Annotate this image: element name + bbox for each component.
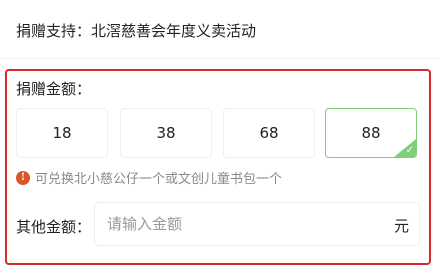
hint-text: 可兑换北小慈公仔一个或文创儿童书包一个 <box>35 172 283 187</box>
divider <box>0 58 440 59</box>
check-icon: ✓ <box>405 145 414 156</box>
support-value: 北滘慈善会年度义卖活动 <box>91 22 257 40</box>
amount-options: 18 38 68 88 ✓ <box>16 108 420 158</box>
hint-row: ! 可兑换北小慈公仔一个或文创儿童书包一个 <box>16 168 282 187</box>
amount-option-38[interactable]: 38 <box>120 108 212 158</box>
support-label: 捐赠支持： <box>16 22 92 40</box>
amount-title: 捐赠金额： <box>16 80 92 98</box>
amount-option-label: 38 <box>156 124 176 142</box>
amount-option-label: 88 <box>361 124 381 142</box>
amount-option-label: 68 <box>259 124 279 142</box>
amount-option-68[interactable]: 68 <box>223 108 315 158</box>
amount-option-18[interactable]: 18 <box>16 108 108 158</box>
info-icon: ! <box>16 170 30 185</box>
other-amount-input[interactable] <box>95 203 375 245</box>
amount-option-label: 18 <box>52 124 72 142</box>
currency-unit: 元 <box>393 217 409 235</box>
other-amount-field: 元 <box>94 202 420 246</box>
amount-option-88[interactable]: 88 ✓ <box>325 108 417 158</box>
other-amount-label: 其他金额： <box>16 218 92 236</box>
support-row: 捐赠支持：北滘慈善会年度义卖活动 <box>16 20 256 41</box>
